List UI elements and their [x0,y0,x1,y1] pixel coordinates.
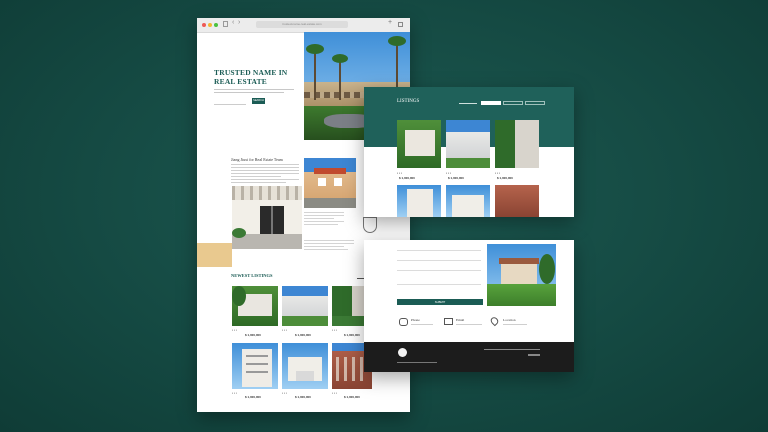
hero-title: TRUSTED NAME IN REAL ESTATE [214,68,287,86]
listing-card-4-photo[interactable] [232,343,278,389]
listing-card-6-price: $ 1,000,000 [344,395,360,399]
listing-card-6-meta: ▪ ▪ ▪ [332,391,337,395]
tabs-overview-icon[interactable] [398,22,403,27]
about-title: Jiang Jiuxi for Real Estate Team [231,157,283,162]
hero-title-line1: TRUSTED NAME IN [214,68,288,77]
panel-listing-4-photo[interactable] [397,185,441,217]
listings-filter-label [459,103,477,104]
about-tertiary-text [304,240,354,250]
contact-message-field[interactable] [397,284,481,285]
sand-accent-block [197,243,232,267]
listings-page-mockup: LISTINGS ▪ ▪ ▪ $ 1,000,000 ▪ ▪ ▪ $ 1,000… [364,87,574,217]
submit-button[interactable]: SUBMIT [397,299,483,305]
panel-listing-2-meta: ▪ ▪ ▪ [446,171,451,175]
panel-listing-3-meta: ▪ ▪ ▪ [495,171,500,175]
contact-house-photo [487,244,556,306]
panel-listing-5-photo[interactable] [446,185,490,217]
search-input[interactable] [214,98,246,105]
sidebar-icon[interactable] [223,21,228,27]
browser-toolbar: ‹ › trusted-name-real-estate.com + [197,18,410,33]
email-label: Email [456,318,465,322]
listing-card-3-price: $ 1,000,000 [344,333,360,337]
contact-email-field[interactable] [397,260,481,261]
listings-filter-active[interactable] [481,101,501,105]
panel-listing-6-photo[interactable] [495,185,539,217]
search-button[interactable]: SEARCH [252,98,265,104]
panel-listing-3-price: $ 1,000,000 [497,176,513,180]
listing-card-5-meta: ▪ ▪ ▪ [282,391,287,395]
close-dot-icon[interactable] [202,23,206,27]
panel-listing-2-photo[interactable] [446,120,490,168]
forward-arrow-icon[interactable]: › [238,19,240,26]
listings-filter-option-3[interactable] [525,101,545,105]
listing-card-3-meta: ▪ ▪ ▪ [332,328,337,332]
maximize-dot-icon[interactable] [214,23,218,27]
listing-card-1-photo[interactable] [232,286,278,326]
footer-social-icons[interactable] [528,354,540,356]
about-secondary-text [304,212,344,225]
listing-card-4-price: $ 1,000,000 [245,395,261,399]
listing-card-2-photo[interactable] [282,286,328,326]
interior-doors-photo [232,186,302,249]
contact-name-field[interactable] [397,250,481,251]
contact-phone-field[interactable] [397,270,481,271]
panel-listing-1-meta: ▪ ▪ ▪ [397,171,402,175]
footer-nav-links[interactable] [484,349,540,350]
listing-card-1-price: $ 1,000,000 [245,333,261,337]
hero-description [214,89,294,93]
footer-copyright [397,362,437,363]
new-tab-icon[interactable]: + [388,19,392,26]
about-paragraph [231,164,299,183]
listing-card-1-meta: ▪ ▪ ▪ [232,328,237,332]
phone-value [411,324,433,325]
listing-card-5-price: $ 1,000,000 [295,395,311,399]
listing-card-2-price: $ 1,000,000 [295,333,311,337]
address-bar[interactable]: trusted-name-real-estate.com [256,21,348,28]
listing-card-2-meta: ▪ ▪ ▪ [282,328,287,332]
contact-page-mockup: SUBMIT Phone Email Location [364,240,574,372]
email-icon [444,318,453,325]
listing-card-4-meta: ▪ ▪ ▪ [232,391,237,395]
phone-icon [399,318,408,326]
location-label: Location [503,318,516,322]
panel-listing-2-price: $ 1,000,000 [448,176,464,180]
listings-title: LISTINGS [397,99,420,104]
tan-house-photo [304,158,356,208]
phone-label: Phone [411,318,420,322]
panel-listing-1-photo[interactable] [397,120,441,168]
panel-listing-3-photo[interactable] [495,120,539,168]
panel-listing-1-price: $ 1,000,000 [399,176,415,180]
award-badge-icon [363,217,377,233]
email-value [456,324,482,325]
hero-title-line2: REAL ESTATE [214,77,267,86]
listing-card-5-photo[interactable] [282,343,328,389]
back-arrow-icon[interactable]: ‹ [232,19,234,26]
listings-filter-option-2[interactable] [503,101,523,105]
newest-listings-title: NEWEST LISTINGS [231,273,273,278]
footer-logo [398,348,407,357]
location-pin-icon [489,315,500,327]
location-value [503,324,527,325]
site-footer [364,342,574,372]
minimize-dot-icon[interactable] [208,23,212,27]
